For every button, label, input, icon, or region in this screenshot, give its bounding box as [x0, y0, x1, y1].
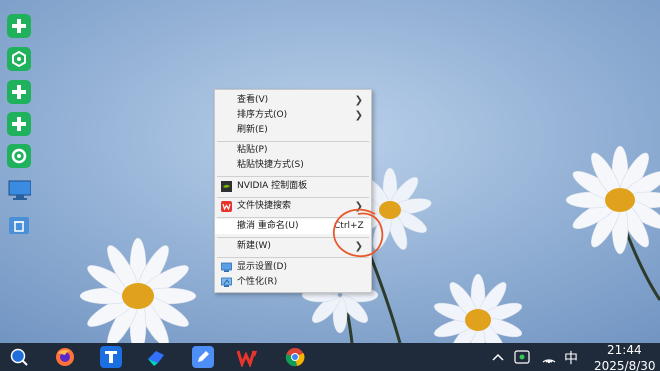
taskbar-chrome[interactable] — [284, 346, 306, 368]
ime-indicator[interactable]: 中 — [564, 348, 578, 368]
wps-icon — [237, 350, 257, 367]
desktop-app-icon-ring[interactable] — [7, 144, 31, 168]
wifi-icon[interactable] — [541, 350, 557, 364]
lark-icon — [148, 351, 164, 366]
this-pc-icon[interactable] — [7, 178, 31, 202]
menu-separator — [217, 176, 369, 177]
plus-icon — [12, 85, 26, 99]
taskbar: 中 21:44 2025/8/30 — [0, 343, 660, 371]
folder-icon — [9, 217, 29, 234]
taskbar-app-lark[interactable] — [145, 346, 167, 368]
hexagon-icon — [12, 51, 26, 67]
pencil-icon — [198, 351, 209, 362]
desktop-app-icon-plus[interactable] — [7, 14, 31, 38]
ring-icon — [11, 148, 27, 164]
search-button[interactable] — [8, 346, 30, 368]
menu-item-display-settings[interactable]: 显示设置(D) — [215, 260, 371, 275]
menu-item-refresh[interactable]: 刷新(E) — [215, 123, 371, 138]
wps-icon — [221, 201, 232, 212]
menu-item-paste-shortcut[interactable]: 粘贴快捷方式(S) — [215, 158, 371, 173]
chrome-icon — [285, 348, 305, 367]
menu-item-label: 粘贴快捷方式(S) — [237, 160, 304, 170]
menu-item-sort-by[interactable]: 排序方式(O) ❯ — [215, 108, 371, 123]
plus-icon — [12, 19, 26, 33]
taskbar-app-notes[interactable] — [192, 346, 214, 368]
menu-item-view[interactable]: 查看(V) ❯ — [215, 93, 371, 108]
search-icon — [10, 348, 28, 366]
clock-time[interactable]: 21:44 — [607, 343, 642, 357]
menu-item-label: 粘贴(P) — [237, 145, 268, 155]
menu-item-label: 排序方式(O) — [237, 110, 288, 120]
desktop[interactable]: 查看(V) ❯ 排序方式(O) ❯ 刷新(E) 粘贴(P) 粘贴快捷方式(S) … — [0, 0, 660, 371]
annotation-circle — [333, 208, 384, 258]
menu-separator — [217, 197, 369, 198]
desktop-context-menu: 查看(V) ❯ 排序方式(O) ❯ 刷新(E) 粘贴(P) 粘贴快捷方式(S) … — [214, 89, 372, 293]
tray-app-icon[interactable] — [514, 350, 530, 364]
menu-item-label: 刷新(E) — [237, 125, 268, 135]
desktop-app-icon-plus-2[interactable] — [7, 80, 31, 104]
menu-item-label: 撤消 重命名(U) — [237, 221, 299, 231]
firefox-icon — [56, 348, 74, 366]
chevron-right-icon: ❯ — [354, 110, 363, 121]
desktop-app-icon-hexagon[interactable] — [7, 47, 31, 71]
menu-item-label: 显示设置(D) — [237, 262, 287, 272]
menu-item-label: 查看(V) — [237, 95, 269, 105]
t-letter-icon — [105, 351, 117, 363]
menu-item-label: 新建(W) — [237, 241, 271, 251]
display-icon — [221, 262, 232, 272]
menu-item-label: 文件快捷搜索 — [237, 201, 292, 211]
menu-item-label: NVIDIA 控制面板 — [237, 181, 308, 191]
nvidia-icon — [221, 181, 232, 192]
menu-separator — [217, 141, 369, 142]
taskbar-wps[interactable] — [237, 346, 259, 368]
menu-item-paste[interactable]: 粘贴(P) — [215, 143, 371, 158]
recycle-bin-icon[interactable] — [7, 213, 31, 237]
desktop-app-icon-plus-3[interactable] — [7, 112, 31, 136]
monitor-icon — [8, 180, 31, 200]
menu-item-label: 个性化(R) — [237, 277, 278, 287]
taskbar-firefox[interactable] — [54, 346, 76, 368]
chevron-up-icon[interactable] — [492, 352, 504, 362]
clock-date[interactable]: 2025/8/30 — [594, 359, 656, 371]
menu-item-nvidia-control-panel[interactable]: NVIDIA 控制面板 — [215, 179, 371, 194]
personalize-icon — [221, 277, 232, 287]
plus-icon — [12, 117, 26, 131]
taskbar-app-t[interactable] — [100, 346, 122, 368]
menu-item-personalize[interactable]: 个性化(R) — [215, 275, 371, 290]
chevron-right-icon: ❯ — [354, 95, 363, 106]
